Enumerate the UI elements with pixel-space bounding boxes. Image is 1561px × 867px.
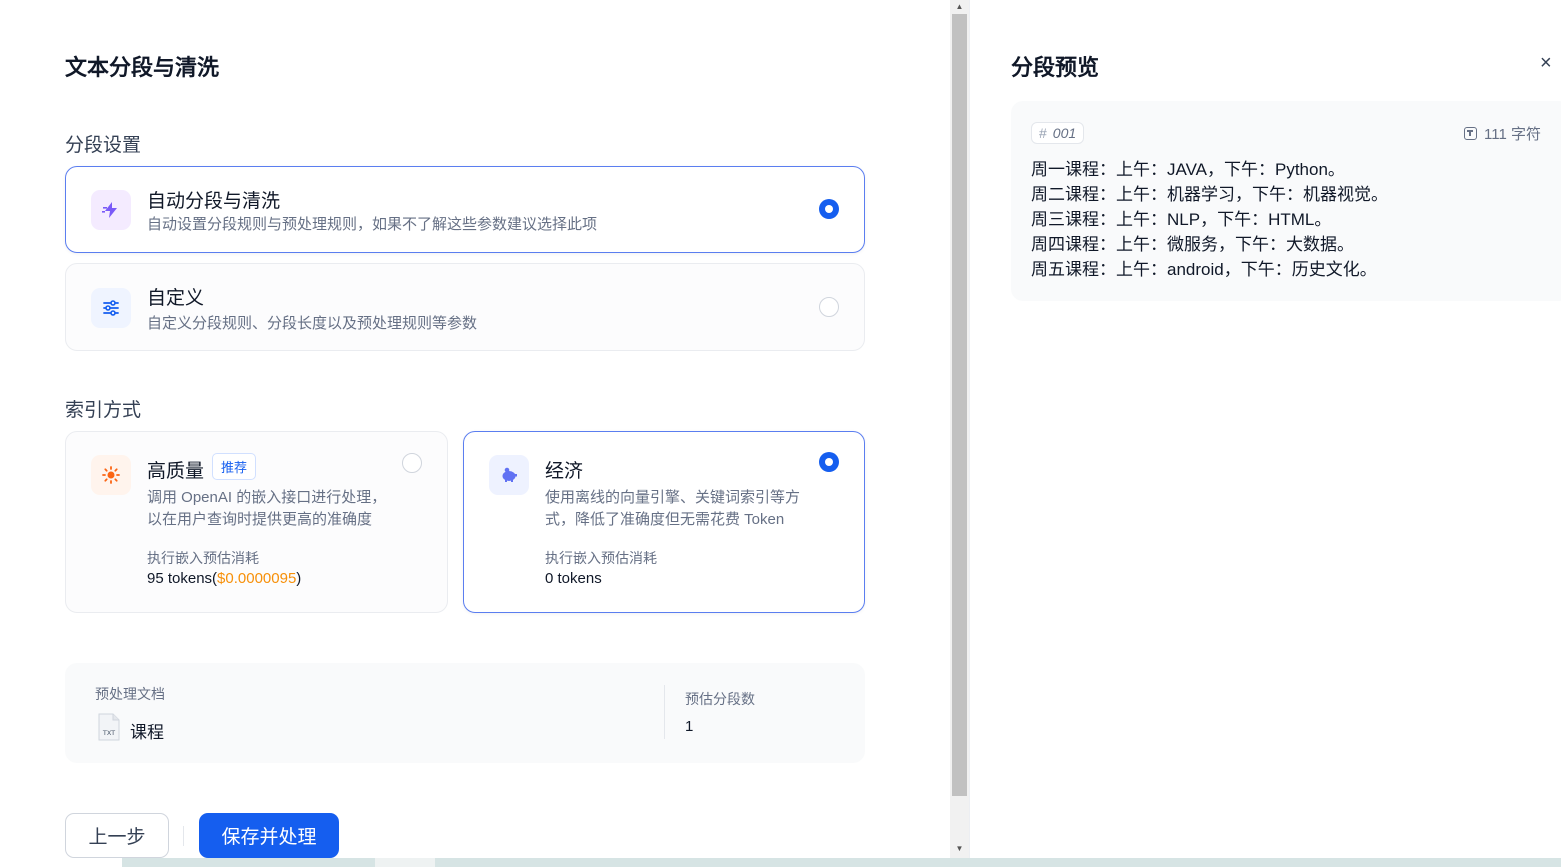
high-quality-radio[interactable] bbox=[402, 453, 422, 473]
high-quality-cost-label: 执行嵌入预估消耗 bbox=[147, 550, 259, 566]
segment-line: 周五课程：上午：android，下午：历史文化。 bbox=[1031, 260, 1377, 279]
button-separator bbox=[183, 826, 184, 846]
scroll-down-arrow-icon[interactable]: ▼ bbox=[950, 842, 969, 856]
char-count: 111 字符 bbox=[1464, 123, 1541, 144]
segment-id-tag: #001 bbox=[1031, 122, 1085, 144]
economy-title: 经济 bbox=[545, 461, 584, 482]
preprocess-doc-name: 课程 bbox=[130, 723, 164, 742]
custom-segment-option[interactable]: 自定义 自定义分段规则、分段长度以及预处理规则等参数 bbox=[65, 263, 865, 351]
high-quality-cost: 95 tokens($0.0000095) bbox=[147, 570, 302, 587]
preprocess-doc-label: 预处理文档 bbox=[95, 686, 165, 702]
segment-preview-card: #001 111 字符 周一课程：上午：JAVA，下午：Python。 周二课程… bbox=[1011, 101, 1561, 301]
left-panel: 文本分段与清洗 分段设置 自动分段与清洗 自动设置分段规则与预处理规则，如果不了… bbox=[0, 0, 950, 867]
high-quality-desc-2: 以在用户查询时提供更高的准确度 bbox=[147, 511, 373, 528]
estimated-segments-label: 预估分段数 bbox=[685, 691, 755, 707]
lightning-icon bbox=[91, 190, 131, 230]
segment-line: 周三课程：上午：NLP，下午：HTML。 bbox=[1031, 210, 1332, 229]
economy-cost-label: 执行嵌入预估消耗 bbox=[545, 550, 657, 566]
scrollbar-thumb[interactable] bbox=[952, 14, 967, 796]
taskbar-strip bbox=[0, 858, 1561, 867]
economy-desc-1: 使用离线的向量引擎、关键词索引等方 bbox=[545, 489, 801, 506]
sun-icon bbox=[91, 455, 131, 495]
custom-segment-radio[interactable] bbox=[819, 297, 839, 317]
price-value: $0.0000095 bbox=[217, 570, 297, 587]
piggy-bank-icon bbox=[489, 455, 529, 495]
auto-segment-option[interactable]: 自动分段与清洗 自动设置分段规则与预处理规则，如果不了解这些参数建议选择此项 bbox=[65, 166, 865, 253]
segment-line: 周二课程：上午：机器学习，下午：机器视觉。 bbox=[1031, 185, 1388, 204]
auto-segment-radio[interactable] bbox=[819, 199, 839, 219]
auto-segment-desc: 自动设置分段规则与预处理规则，如果不了解这些参数建议选择此项 bbox=[147, 216, 598, 233]
sliders-icon bbox=[91, 288, 131, 328]
prev-step-button[interactable]: 上一步 bbox=[65, 813, 169, 858]
custom-segment-desc: 自定义分段规则、分段长度以及预处理规则等参数 bbox=[147, 315, 478, 332]
save-and-process-button[interactable]: 保存并处理 bbox=[199, 813, 339, 858]
high-quality-option[interactable]: 高质量 推荐 调用 OpenAI 的嵌入接口进行处理， 以在用户查询时提供更高的… bbox=[65, 431, 448, 613]
recommended-badge: 推荐 bbox=[212, 453, 257, 480]
custom-segment-title: 自定义 bbox=[147, 288, 205, 309]
index-method-label: 索引方式 bbox=[65, 400, 142, 421]
info-separator bbox=[664, 685, 665, 739]
high-quality-title: 高质量 bbox=[147, 461, 205, 482]
segment-content: 周一课程：上午：JAVA，下午：Python。 周二课程：上午：机器学习，下午：… bbox=[1031, 157, 1388, 282]
hash-icon: # bbox=[1039, 125, 1047, 141]
segment-line: 周四课程：上午：微服务，下午：大数据。 bbox=[1031, 235, 1354, 254]
txt-file-icon: TXT bbox=[97, 713, 121, 741]
taskbar-segment bbox=[0, 858, 122, 867]
vertical-scrollbar[interactable]: ▲ ▼ bbox=[950, 0, 969, 858]
segment-settings-label: 分段设置 bbox=[65, 135, 142, 156]
text-icon bbox=[1464, 127, 1477, 140]
high-quality-desc-1: 调用 OpenAI 的嵌入接口进行处理， bbox=[147, 489, 387, 506]
preview-title: 分段预览 bbox=[1011, 55, 1100, 80]
page-title: 文本分段与清洗 bbox=[65, 55, 220, 80]
close-icon[interactable]: × bbox=[1540, 52, 1552, 75]
svg-text:TXT: TXT bbox=[102, 729, 115, 737]
economy-desc-2: 式，降低了准确度但无需花费 Token bbox=[545, 511, 785, 528]
estimated-segments-value: 1 bbox=[685, 718, 694, 735]
taskbar-segment bbox=[375, 858, 435, 867]
preprocess-info-box: 预处理文档 TXT 课程 预估分段数 1 bbox=[65, 663, 865, 763]
auto-segment-title: 自动分段与清洗 bbox=[147, 191, 281, 212]
economy-option[interactable]: 经济 使用离线的向量引擎、关键词索引等方 式，降低了准确度但无需花费 Token… bbox=[463, 431, 865, 613]
scroll-up-arrow-icon[interactable]: ▲ bbox=[950, 0, 969, 14]
economy-cost: 0 tokens bbox=[545, 570, 602, 587]
segment-line: 周一课程：上午：JAVA，下午：Python。 bbox=[1031, 160, 1345, 179]
preview-panel: 分段预览 × #001 111 字符 周一课程：上午：JAVA，下午：Pytho… bbox=[970, 0, 1561, 858]
economy-radio[interactable] bbox=[819, 452, 839, 472]
